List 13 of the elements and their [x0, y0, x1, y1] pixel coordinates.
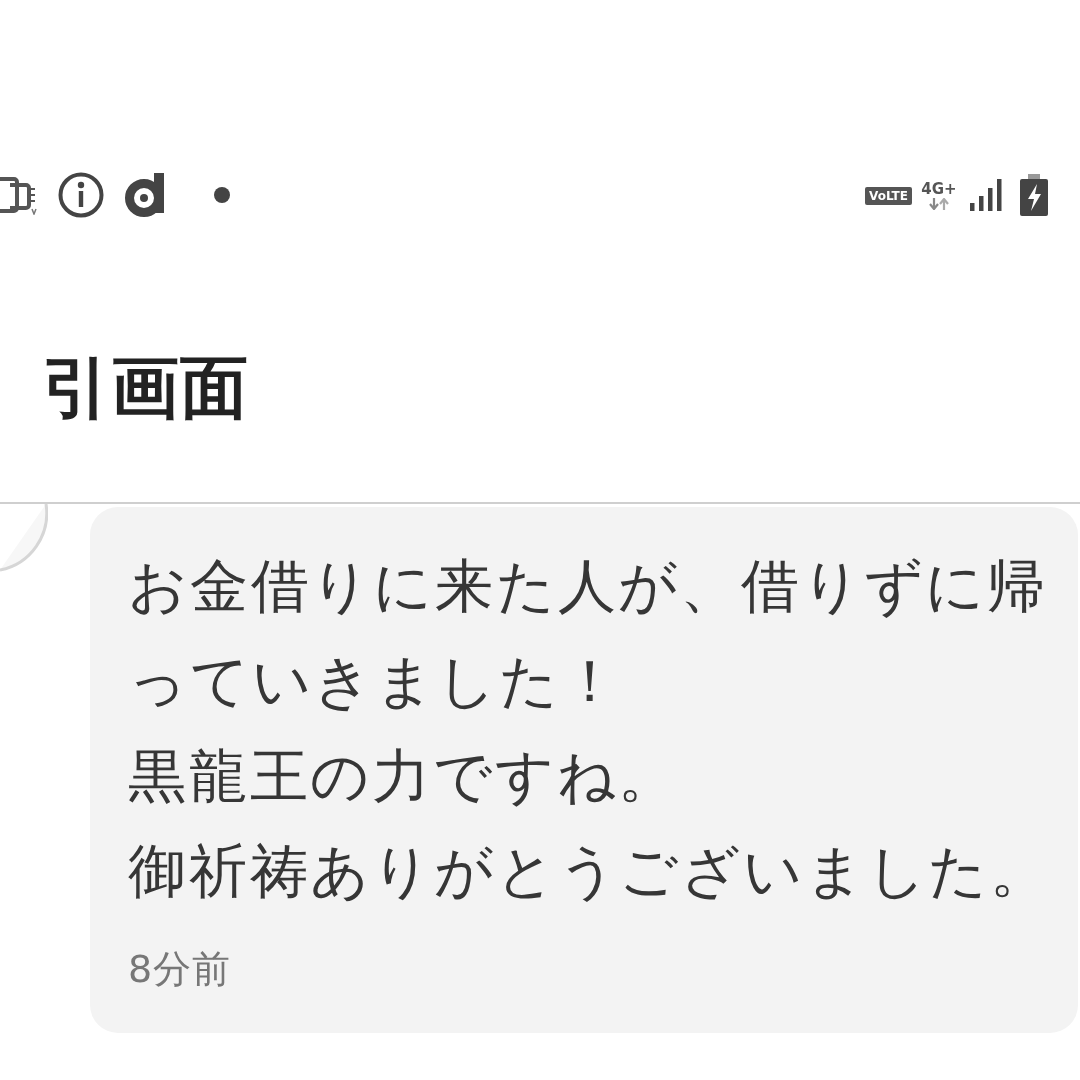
- battery-charging-icon: [1020, 174, 1048, 216]
- message-text: お金借りに来た人が、借りずに帰っていきました！: [128, 551, 1049, 717]
- network-type-label: 4G+: [921, 180, 957, 198]
- message-text: 黒龍王の力ですね。: [128, 741, 680, 812]
- screen-title: 引画面: [42, 348, 249, 428]
- data-arrows-icon: [928, 197, 950, 210]
- signal-icon: [970, 179, 1004, 211]
- volte-badge: VoLTE: [865, 187, 912, 205]
- phone-outline-icon: [0, 175, 38, 215]
- info-icon: [58, 172, 104, 218]
- message-text: 御祈祷ありがとうございました。: [128, 836, 1051, 907]
- message-time: 8分前: [128, 946, 232, 993]
- notification-dot-icon: [214, 187, 230, 203]
